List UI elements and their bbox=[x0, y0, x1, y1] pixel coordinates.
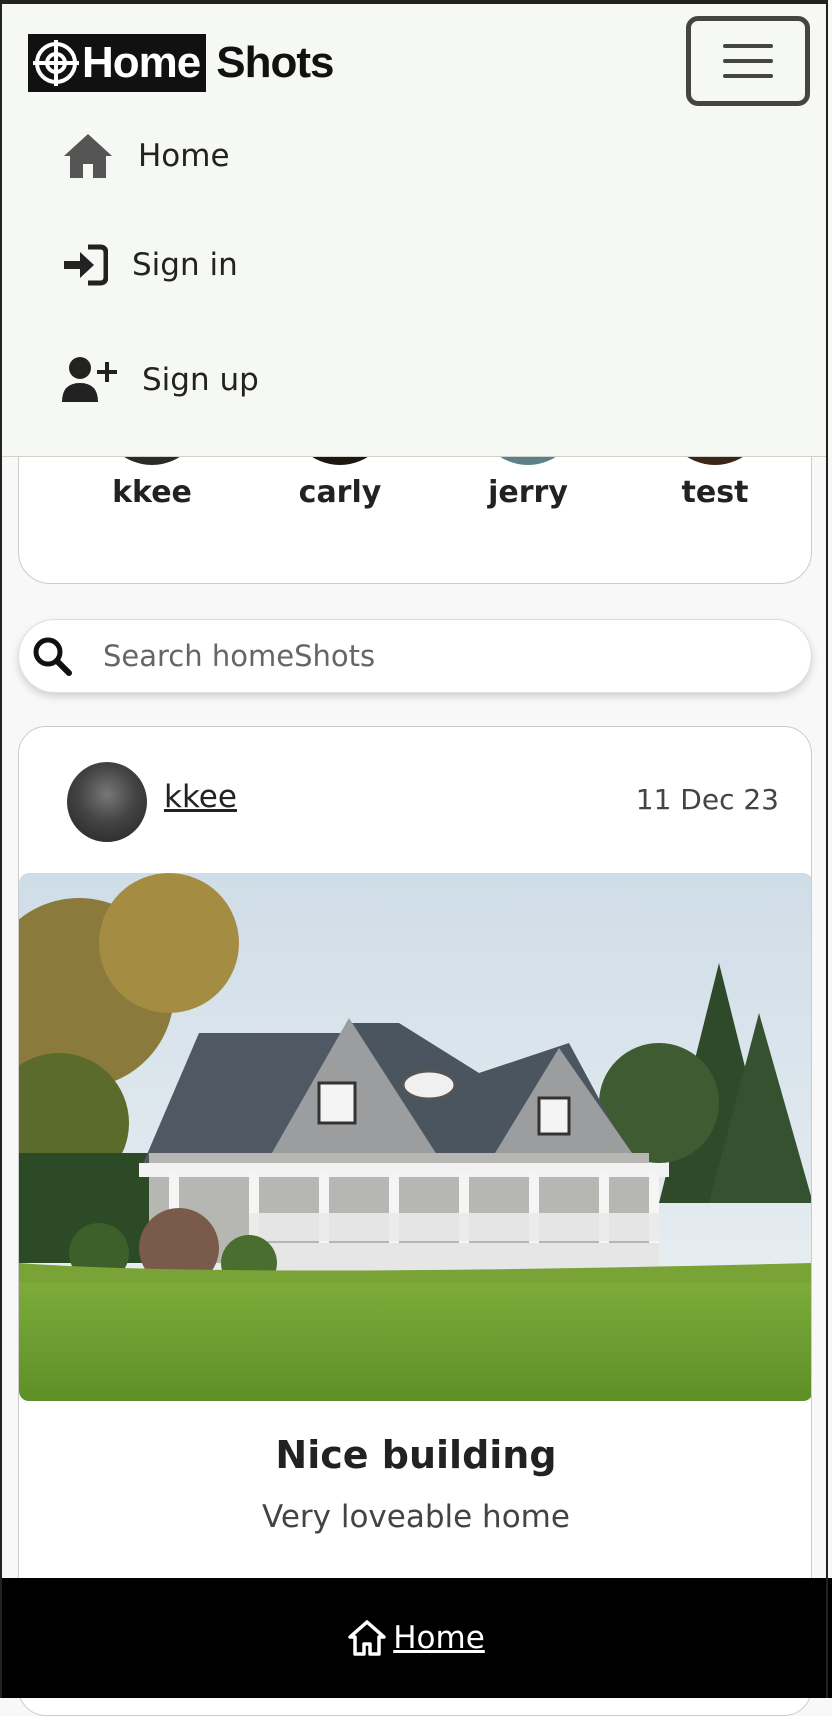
avatar[interactable] bbox=[67, 762, 147, 842]
brand-logo[interactable]: Home Shots bbox=[28, 34, 334, 92]
footer-bar: Home bbox=[0, 1578, 832, 1698]
post-card: kkee 11 Dec 23 Nice building Very loveab… bbox=[18, 726, 812, 1716]
post-description: Very loveable home bbox=[262, 1499, 570, 1535]
sign-in-icon bbox=[64, 244, 108, 286]
post-date: 11 Dec 23 bbox=[635, 783, 779, 816]
search-bar[interactable] bbox=[18, 619, 812, 693]
nav-item-sign-up[interactable]: Sign up bbox=[62, 356, 259, 404]
user-plus-icon bbox=[62, 357, 117, 402]
profile-name: jerry bbox=[488, 475, 568, 510]
footer-home-link[interactable]: Home bbox=[347, 1619, 485, 1657]
hamburger-icon bbox=[723, 44, 773, 48]
profile-name: carly bbox=[298, 475, 382, 510]
brand-name-part2: Shots bbox=[216, 38, 334, 87]
nav-item-label: Sign in bbox=[132, 247, 238, 283]
search-input[interactable] bbox=[101, 638, 745, 674]
nav-item-home[interactable]: Home bbox=[62, 132, 230, 180]
profile-name: test bbox=[681, 475, 749, 510]
nav-item-sign-in[interactable]: Sign in bbox=[62, 244, 238, 286]
crosshair-icon bbox=[33, 40, 79, 86]
post-title: Nice building bbox=[275, 1433, 557, 1477]
home-icon bbox=[64, 134, 112, 178]
home-outline-icon bbox=[348, 1620, 386, 1656]
footer-link-label: Home bbox=[393, 1620, 485, 1656]
post-image[interactable] bbox=[19, 873, 811, 1401]
profile-name: kkee bbox=[112, 475, 192, 510]
search-icon bbox=[33, 637, 72, 676]
menu-toggle-button[interactable] bbox=[686, 16, 810, 106]
nav-item-label: Home bbox=[138, 138, 230, 174]
nav-item-label: Sign up bbox=[142, 362, 259, 398]
post-author-link[interactable]: kkee bbox=[164, 779, 237, 815]
navbar: Home Shots Home Sign in Sign up bbox=[2, 4, 828, 457]
brand-name-part1: Home bbox=[82, 38, 201, 87]
